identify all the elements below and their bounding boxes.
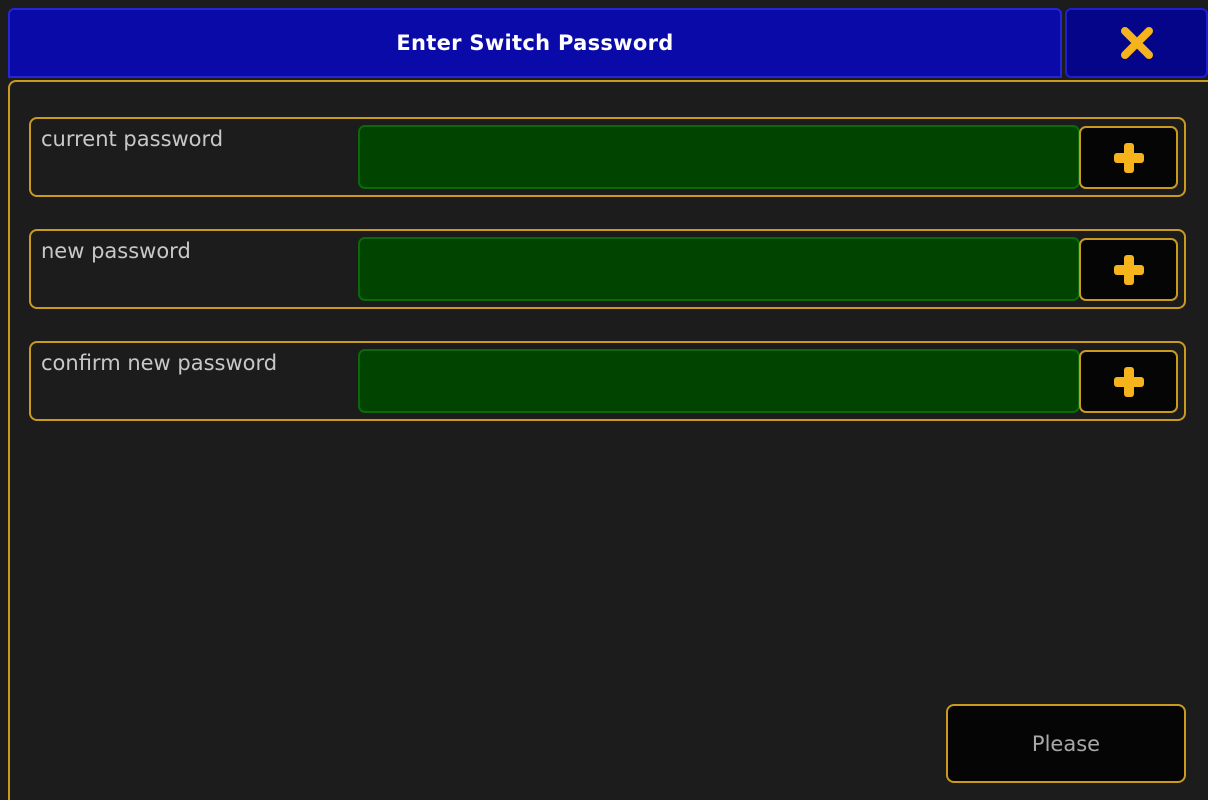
current-password-edit-button[interactable] [1079, 126, 1178, 189]
plus-icon [1113, 254, 1144, 285]
current-password-row: current password [29, 117, 1186, 197]
close-button[interactable] [1065, 8, 1208, 78]
plus-icon [1113, 142, 1144, 173]
close-icon [1120, 27, 1153, 59]
dialog-title-bar: Enter Switch Password [8, 8, 1062, 78]
confirm-password-input[interactable] [358, 349, 1080, 413]
new-password-label: new password [41, 239, 191, 263]
confirm-password-label: confirm new password [41, 351, 278, 375]
dialog-title: Enter Switch Password [396, 31, 674, 55]
plus-icon [1113, 366, 1144, 397]
current-password-label: current password [41, 127, 224, 151]
new-password-input[interactable] [358, 237, 1080, 301]
confirm-password-edit-button[interactable] [1079, 350, 1178, 413]
please-button[interactable]: Please [946, 704, 1186, 783]
current-password-input[interactable] [358, 125, 1080, 189]
new-password-row: new password [29, 229, 1186, 309]
new-password-edit-button[interactable] [1079, 238, 1178, 301]
confirm-password-row: confirm new password [29, 341, 1186, 421]
